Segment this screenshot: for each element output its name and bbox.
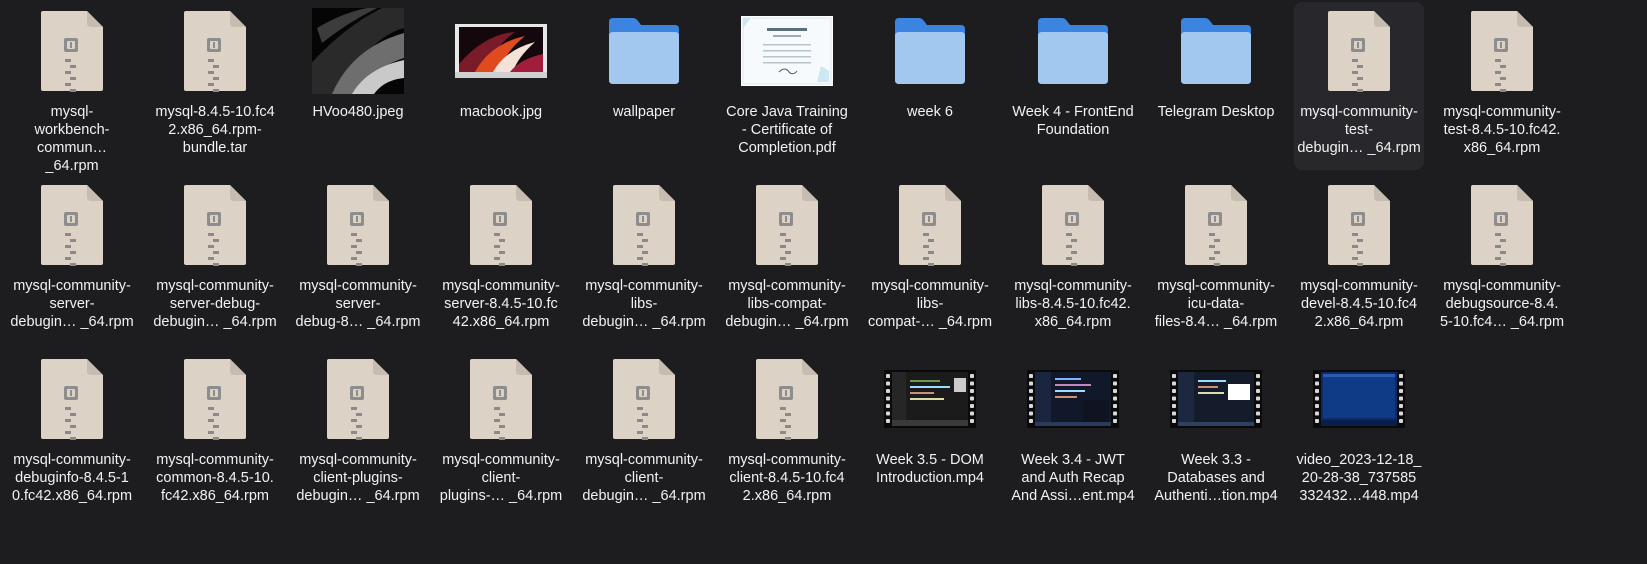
file-name-label: mysql-community- debugsource-8.4. 5-10.f…	[1439, 278, 1565, 330]
archive-icon	[579, 182, 709, 268]
archive-icon	[579, 356, 709, 442]
file-name-label: Week 3.4 - JWT and Auth Recap And Assi…e…	[1011, 452, 1135, 504]
file-name-label: mysql-community- debuginfo-8.4.5-1 0.fc4…	[11, 452, 133, 504]
file-name-label: mysql-community- client-8.4.5-10.fc4 2.x…	[728, 452, 846, 504]
file-name-label: mysql-community- client-plugins- debugin…	[296, 452, 420, 504]
pdf-thumbnail	[722, 8, 852, 94]
file-name-label: mysql-community- server- debug-8… _64.rp…	[295, 278, 421, 330]
archive-icon	[1151, 182, 1281, 268]
file-name-label: mysql-community- server-debug- debugin… …	[153, 278, 277, 330]
folder-icon	[865, 8, 995, 94]
file-item[interactable]: mysql-community- libs-8.4.5-10.fc42. x86…	[1008, 176, 1138, 344]
file-name-label: mysql-community- test- debugin… _64.rpm	[1297, 104, 1421, 156]
archive-icon	[436, 356, 566, 442]
file-item[interactable]: mysql-community- client- debugin… _64.rp…	[579, 350, 709, 518]
file-item[interactable]: mysql-community- devel-8.4.5-10.fc4 2.x8…	[1294, 176, 1424, 344]
file-name-label: wallpaper	[612, 104, 676, 120]
file-item[interactable]: mysql-community- debuginfo-8.4.5-1 0.fc4…	[7, 350, 137, 518]
folder-item[interactable]: week 6	[865, 2, 995, 170]
file-item[interactable]: macbook.jpg	[436, 2, 566, 170]
file-item[interactable]: mysql-community- client- plugins-… _64.r…	[436, 350, 566, 518]
archive-icon	[7, 8, 137, 94]
file-name-label: Telegram Desktop	[1157, 104, 1275, 120]
file-item[interactable]: mysql- workbench- commun… _64.rpm	[7, 2, 137, 174]
video-thumbnail	[1294, 356, 1424, 442]
file-grid: mysql- workbench- commun… _64.rpm mysql-…	[0, 0, 1647, 564]
folder-icon	[1151, 8, 1281, 94]
file-name-label: Week 3.5 - DOM Introduction.mp4	[875, 452, 984, 486]
archive-icon	[293, 182, 423, 268]
file-name-label: mysql-community- icu-data- files-8.4… _6…	[1154, 278, 1278, 330]
file-item[interactable]: mysql-community- test-8.4.5-10.fc42. x86…	[1437, 2, 1567, 170]
archive-icon	[865, 182, 995, 268]
file-item[interactable]: Week 3.4 - JWT and Auth Recap And Assi…e…	[1008, 350, 1138, 518]
file-name-label: mysql-community- client- plugins-… _64.r…	[439, 452, 563, 504]
archive-icon	[722, 356, 852, 442]
file-name-label: macbook.jpg	[459, 104, 543, 120]
folder-item[interactable]: Telegram Desktop	[1151, 2, 1281, 170]
file-item[interactable]: mysql-community- client-8.4.5-10.fc4 2.x…	[722, 350, 852, 518]
archive-icon	[293, 356, 423, 442]
archive-icon	[1294, 8, 1424, 94]
archive-icon	[1437, 8, 1567, 94]
file-item[interactable]: Week 3.3 - Databases and Authenti…tion.m…	[1151, 350, 1281, 518]
archive-icon	[150, 8, 280, 94]
file-name-label: mysql-community- libs- debugin… _64.rpm	[582, 278, 706, 330]
archive-icon	[1008, 182, 1138, 268]
file-item[interactable]: mysql-8.4.5-10.fc4 2.x86_64.rpm- bundle.…	[150, 2, 280, 170]
image-thumbnail	[293, 8, 423, 94]
archive-icon	[150, 356, 280, 442]
video-thumbnail	[1008, 356, 1138, 442]
archive-icon	[722, 182, 852, 268]
archive-icon	[1437, 182, 1567, 268]
file-name-label: mysql-community- test-8.4.5-10.fc42. x86…	[1443, 104, 1561, 156]
image-thumbnail	[436, 8, 566, 94]
file-item[interactable]: mysql-community- server- debugin… _64.rp…	[7, 176, 137, 344]
file-name-label: mysql-community- libs- compat-… _64.rpm	[867, 278, 993, 330]
archive-icon	[7, 182, 137, 268]
file-name-label: mysql-community- common-8.4.5-10. fc42.x…	[156, 452, 274, 504]
video-thumbnail	[1151, 356, 1281, 442]
archive-icon	[1294, 182, 1424, 268]
file-item[interactable]: mysql-community- libs-compat- debugin… _…	[722, 176, 852, 344]
file-item[interactable]: mysql-community- server-8.4.5-10.fc 42.x…	[436, 176, 566, 344]
archive-icon	[7, 356, 137, 442]
file-item[interactable]: mysql-community- server-debug- debugin… …	[150, 176, 280, 344]
file-item[interactable]: video_2023-12-18_ 20-28-38_737585 332432…	[1294, 350, 1424, 518]
file-item[interactable]: mysql-community- common-8.4.5-10. fc42.x…	[150, 350, 280, 518]
archive-icon	[150, 182, 280, 268]
file-name-label: HVoo480.jpeg	[312, 104, 404, 120]
file-name-label: mysql-8.4.5-10.fc4 2.x86_64.rpm- bundle.…	[155, 104, 275, 156]
file-name-label: mysql-community- server-8.4.5-10.fc 42.x…	[442, 278, 560, 330]
folder-icon	[1008, 8, 1138, 94]
file-name-label: mysql-community- libs-compat- debugin… _…	[725, 278, 849, 330]
file-name-label: Core Java Training - Certificate of Comp…	[726, 104, 848, 156]
file-item[interactable]: mysql-community- test- debugin… _64.rpm	[1294, 2, 1424, 170]
file-name-label: mysql-community- devel-8.4.5-10.fc4 2.x8…	[1300, 278, 1418, 330]
file-item[interactable]: mysql-community- libs- debugin… _64.rpm	[579, 176, 709, 344]
archive-icon	[436, 182, 566, 268]
folder-icon	[579, 8, 709, 94]
file-name-label: Week 3.3 - Databases and Authenti…tion.m…	[1154, 452, 1278, 504]
file-item[interactable]: mysql-community- server- debug-8… _64.rp…	[293, 176, 423, 344]
file-item[interactable]: mysql-community- libs- compat-… _64.rpm	[865, 176, 995, 344]
file-name-label: Week 4 - FrontEnd Foundation	[1012, 104, 1134, 138]
video-thumbnail	[865, 356, 995, 442]
file-name-label: mysql- workbench- commun… _64.rpm	[34, 104, 110, 174]
file-name-label: mysql-community- client- debugin… _64.rp…	[582, 452, 706, 504]
folder-item[interactable]: Week 4 - FrontEnd Foundation	[1008, 2, 1138, 170]
folder-item[interactable]: wallpaper	[579, 2, 709, 170]
file-item[interactable]: HVoo480.jpeg	[293, 2, 423, 170]
file-name-label: week 6	[907, 104, 953, 120]
file-item[interactable]: mysql-community- client-plugins- debugin…	[293, 350, 423, 518]
file-item[interactable]: mysql-community- debugsource-8.4. 5-10.f…	[1437, 176, 1567, 344]
file-item[interactable]: Core Java Training - Certificate of Comp…	[722, 2, 852, 170]
file-item[interactable]: mysql-community- icu-data- files-8.4… _6…	[1151, 176, 1281, 344]
file-item[interactable]: Week 3.5 - DOM Introduction.mp4	[865, 350, 995, 518]
file-name-label: mysql-community- server- debugin… _64.rp…	[10, 278, 134, 330]
file-name-label: mysql-community- libs-8.4.5-10.fc42. x86…	[1014, 278, 1132, 330]
file-name-label: video_2023-12-18_ 20-28-38_737585 332432…	[1296, 452, 1422, 504]
